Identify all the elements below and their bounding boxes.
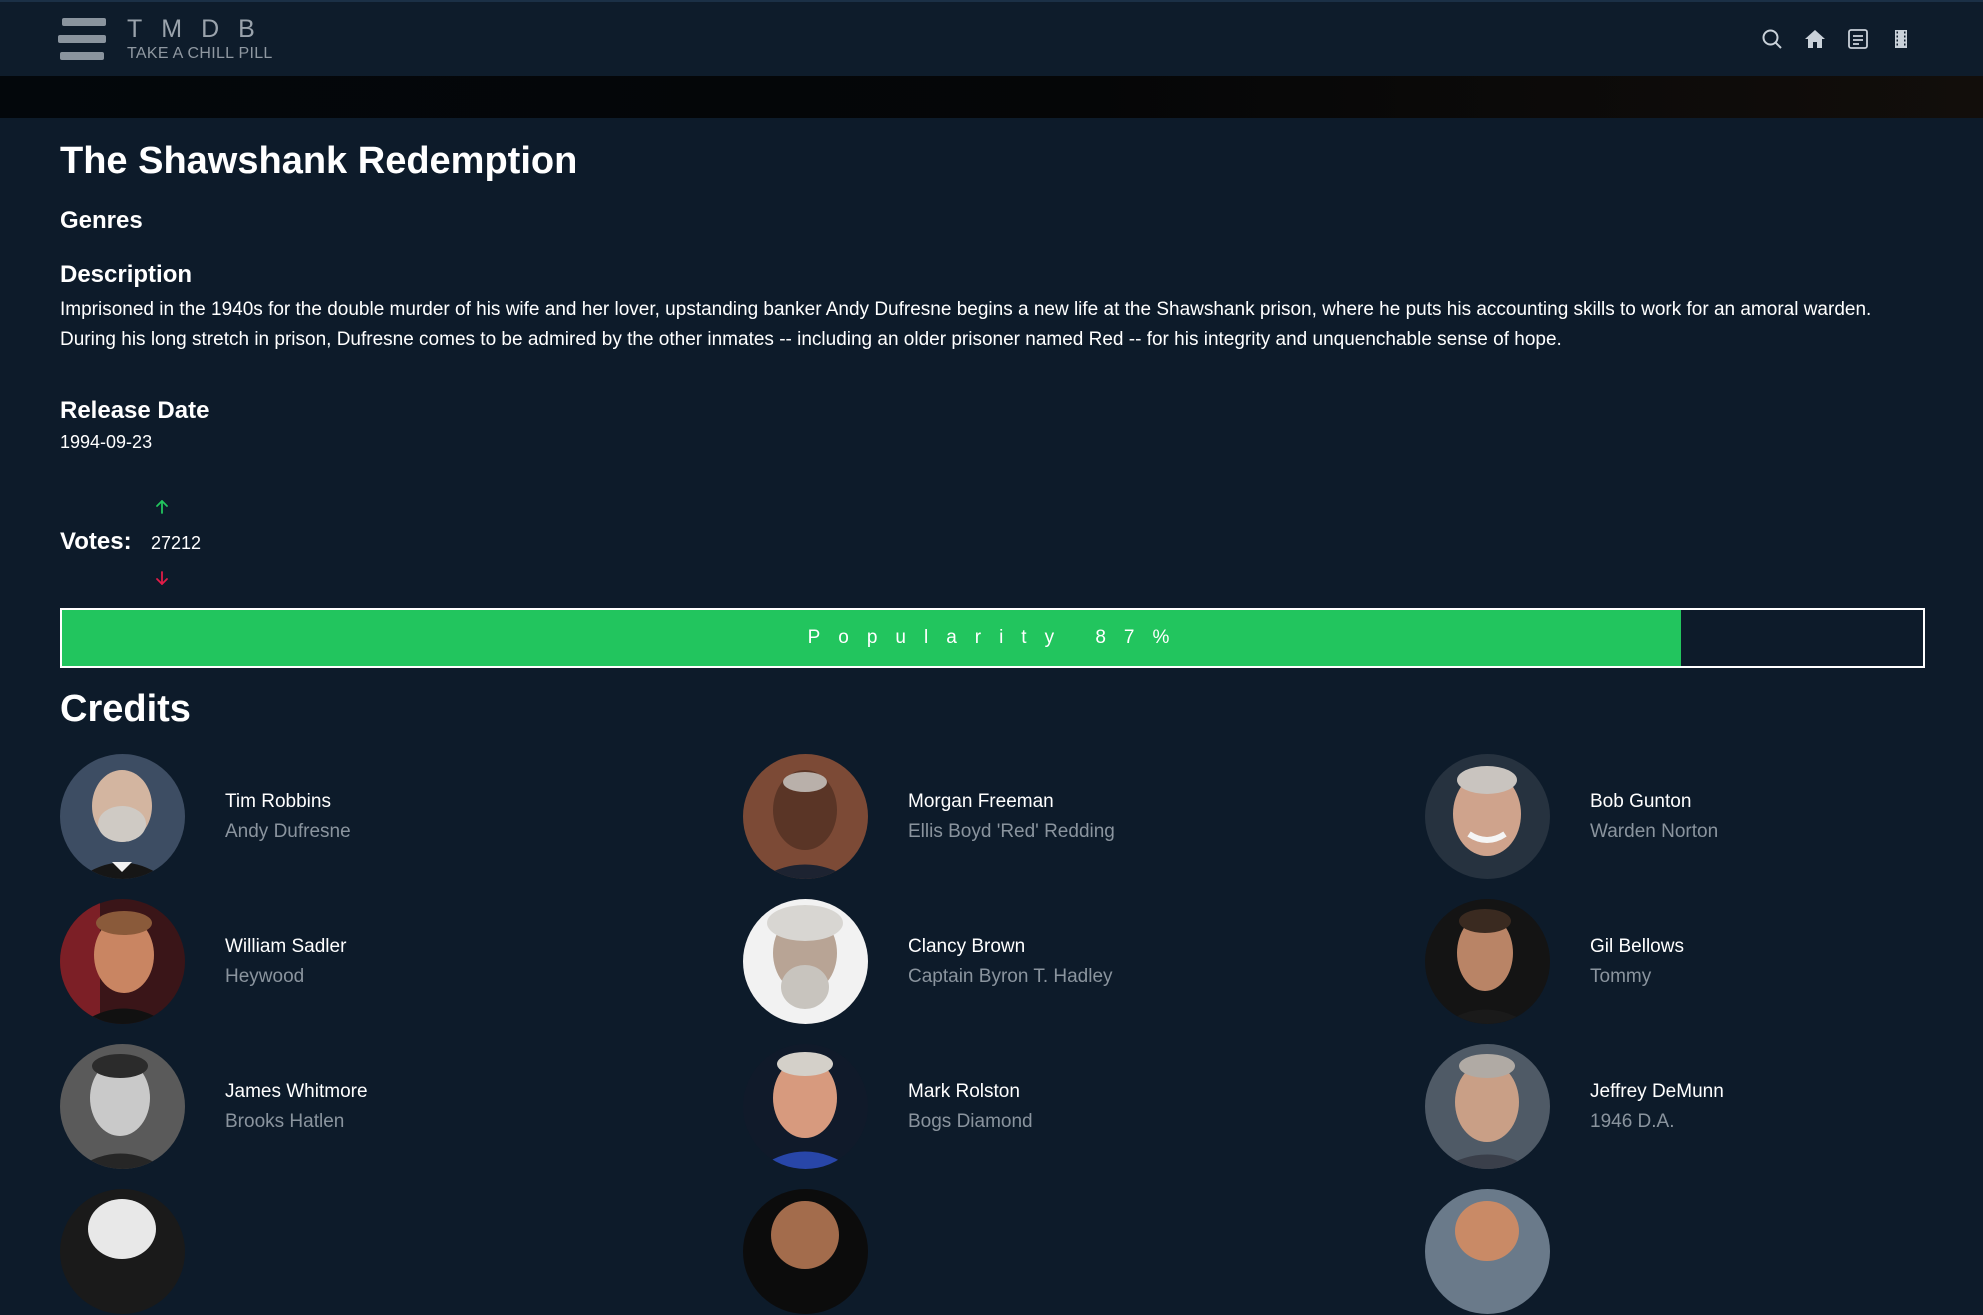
credit-card[interactable]: William Sadler Heywood [60, 899, 660, 1025]
votes-label: Votes: [60, 528, 132, 555]
credit-card[interactable]: Tim Robbins Andy Dufresne [60, 754, 660, 880]
film-icon[interactable] [1888, 26, 1913, 51]
credit-actor-name: Clancy Brown [908, 936, 1026, 957]
avatar [1425, 754, 1550, 879]
credit-card[interactable]: James Whitmore Brooks Hatlen [60, 1044, 660, 1170]
credit-card[interactable]: Mark Rolston Bogs Diamond [743, 1044, 1343, 1170]
credit-character-name: Captain Byron T. Hadley [908, 966, 1113, 987]
brand-title: TMDB [127, 15, 274, 43]
credit-actor-name: William Sadler [225, 936, 347, 957]
avatar [1425, 1189, 1550, 1314]
credit-card[interactable]: Jeffrey DeMunn 1946 D.A. [1425, 1044, 1983, 1170]
credit-card[interactable] [60, 1189, 660, 1315]
avatar [743, 1044, 868, 1169]
description-text: Imprisoned in the 1940s for the double m… [60, 299, 1872, 350]
credit-character-name: Warden Norton [1590, 821, 1719, 842]
credit-actor-name: Tim Robbins [225, 791, 331, 812]
credit-actor-name: Mark Rolston [908, 1081, 1020, 1102]
votes-count: 27212 [151, 533, 202, 553]
backdrop-image-strip [0, 76, 1983, 118]
brand-tagline: TAKE A CHILL PILL [127, 45, 273, 62]
credit-card[interactable]: Bob Gunton Warden Norton [1425, 754, 1983, 880]
hamburger-menu-icon[interactable] [58, 16, 108, 62]
avatar [60, 1189, 185, 1314]
credit-actor-name: Morgan Freeman [908, 791, 1054, 812]
credit-character-name: Andy Dufresne [225, 821, 351, 842]
avatar [1425, 1044, 1550, 1169]
avatar [743, 754, 868, 879]
popularity-bar: Popularity 87% [60, 608, 1925, 668]
credit-card[interactable]: Clancy Brown Captain Byron T. Hadley [743, 899, 1343, 1025]
description-heading: Description [60, 261, 193, 288]
top-nav-bar: TMDB TAKE A CHILL PILL [0, 0, 1983, 76]
avatar [60, 1044, 185, 1169]
release-date-heading: Release Date [60, 397, 210, 424]
credit-card[interactable]: Gil Bellows Tommy [1425, 899, 1983, 1025]
downvote-arrow-icon[interactable] [152, 568, 172, 588]
genres-heading: Genres [60, 207, 143, 234]
credit-character-name: Heywood [225, 966, 305, 987]
credit-card[interactable] [1425, 1189, 1983, 1315]
brand[interactable]: TMDB TAKE A CHILL PILL [127, 14, 274, 63]
avatar [60, 899, 185, 1024]
list-icon[interactable] [1845, 26, 1870, 51]
popularity-label: Popularity 87% [807, 627, 1188, 648]
credit-card[interactable] [743, 1189, 1343, 1315]
credit-character-name: 1946 D.A. [1590, 1111, 1675, 1132]
avatar [743, 1189, 868, 1314]
avatar [1425, 899, 1550, 1024]
movie-title: The Shawshank Redemption [60, 140, 578, 182]
upvote-arrow-icon[interactable] [152, 497, 172, 517]
credit-actor-name: Gil Bellows [1590, 936, 1684, 957]
credit-character-name: Brooks Hatlen [225, 1111, 345, 1132]
top-icons [1759, 26, 1913, 51]
search-icon[interactable] [1759, 26, 1784, 51]
credit-character-name: Tommy [1590, 966, 1652, 987]
avatar [743, 899, 868, 1024]
avatar [60, 754, 185, 879]
release-date-value: 1994-09-23 [60, 432, 153, 452]
credit-card[interactable]: Morgan Freeman Ellis Boyd 'Red' Redding [743, 754, 1343, 880]
home-icon[interactable] [1802, 26, 1827, 51]
credit-character-name: Ellis Boyd 'Red' Redding [908, 821, 1115, 842]
credit-actor-name: James Whitmore [225, 1081, 368, 1102]
credits-heading: Credits [60, 688, 191, 730]
credit-character-name: Bogs Diamond [908, 1111, 1033, 1132]
credit-actor-name: Bob Gunton [1590, 791, 1692, 812]
credit-actor-name: Jeffrey DeMunn [1590, 1081, 1724, 1102]
